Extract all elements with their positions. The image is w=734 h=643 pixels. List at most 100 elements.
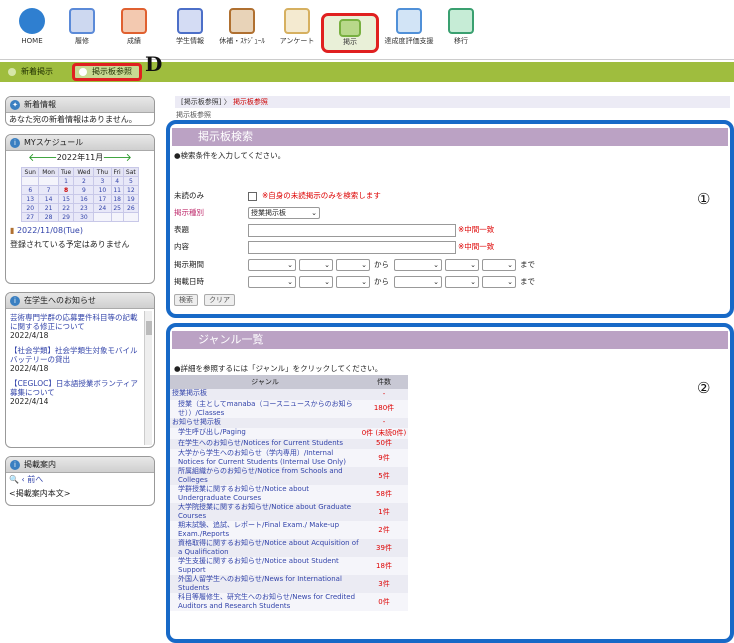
notice-scrollbar[interactable] <box>144 311 152 445</box>
calendar-day[interactable]: 11 <box>110 185 124 195</box>
genre-link[interactable]: 授業（主としてmanaba（コースニュースからのお知らせ））/Classes <box>170 399 360 418</box>
notice-list: 芸術専門学群の応募要件科目等の記載に関する修正について 2022/4/18 【社会… <box>6 309 154 406</box>
genre-count: 180件 <box>360 399 408 418</box>
genre-link[interactable]: 学群授業に関するお知らせ/Notice about Undergraduate … <box>170 485 360 503</box>
genre-row: お知らせ掲示板 - <box>170 417 408 428</box>
calendar-day[interactable]: 24 <box>93 203 112 213</box>
calendar-day[interactable]: 26 <box>122 203 140 213</box>
calendar-day[interactable]: 18 <box>110 194 124 204</box>
toolbar-grades[interactable]: 成績 <box>107 8 161 56</box>
content-row: 内容 ※中間一致 <box>172 240 712 254</box>
posted-to-day-select[interactable]: ⌄ <box>482 276 516 288</box>
period-to-day-select[interactable]: ⌄ <box>482 259 516 271</box>
genre-row: 学群授業に関するお知らせ/Notice about Undergraduate … <box>170 485 408 503</box>
home-icon <box>19 8 45 34</box>
toolbar-home[interactable]: HOME <box>5 8 59 56</box>
period-from-day-select[interactable]: ⌄ <box>336 259 370 271</box>
posted-from-year-select[interactable]: ⌄ <box>248 276 296 288</box>
toolbar-schedule[interactable]: 休補・ｽｹｼﾞｭｰﾙ <box>215 8 269 56</box>
calendar-day[interactable]: 19 <box>122 194 140 204</box>
scrollbar-thumb[interactable] <box>146 321 152 335</box>
genre-link[interactable]: 所属組織からのお知らせ/Notice from Schools and Coll… <box>170 467 360 485</box>
period-to-month-select[interactable]: ⌄ <box>445 259 479 271</box>
registration-icon <box>69 8 95 34</box>
next-month-arrow-icon[interactable]: 🡒 <box>103 151 133 165</box>
breadcrumb-parent[interactable]: [掲示板参照] <box>181 98 221 106</box>
toolbar-registration[interactable]: 履修 <box>55 8 109 56</box>
genre-link[interactable]: 科目等履修生、研究生へのお知らせ/News for Credited Audit… <box>170 593 360 611</box>
submenu-board-reference[interactable]: 掲示板参照 <box>72 63 142 81</box>
calendar-day[interactable]: 12 <box>122 185 140 195</box>
calendar-day[interactable]: 3 <box>93 176 112 186</box>
period-from-month-select[interactable]: ⌄ <box>299 259 333 271</box>
calendar-day[interactable]: 22 <box>57 203 75 213</box>
notice-link[interactable]: 【社会学類】社会学類生対象モバイルバッテリーの貸出 <box>10 346 142 364</box>
genre-row: 大学から学生へのお知らせ（学内専用）/Internal Notices for … <box>170 449 408 467</box>
genre-link[interactable]: 外国人留学生へのお知らせ/News for International Stud… <box>170 575 360 593</box>
posted-from-month-select[interactable]: ⌄ <box>299 276 333 288</box>
calendar-day[interactable]: 9 <box>73 185 95 195</box>
calendar-day[interactable]: 2 <box>73 176 95 186</box>
type-select[interactable]: 授業掲示板 ⌄ <box>248 207 320 219</box>
notice-link[interactable]: 【CEGLOC】日本語授業ボランティア募集について <box>10 379 142 397</box>
calendar-day[interactable]: 30 <box>73 212 95 222</box>
genre-link[interactable]: 資格取得に関するお知らせ/Notice about Acquisition of… <box>170 539 360 557</box>
calendar-day[interactable]: 7 <box>38 185 59 195</box>
search-icon[interactable]: 🔍 <box>9 475 19 484</box>
calendar-day-header: Tue <box>57 167 75 177</box>
genre-link[interactable]: 学生支援に関するお知らせ/Notice about Student Suppor… <box>170 557 360 575</box>
sub-menu-bar: 新着掲示 掲示板参照 <box>0 62 734 82</box>
genre-count: 58件 <box>360 485 408 503</box>
calendar-day[interactable]: 20 <box>20 203 40 213</box>
genre-link[interactable]: 授業掲示板 <box>170 389 360 400</box>
calendar-day[interactable]: 16 <box>73 194 95 204</box>
posted-to-month-select[interactable]: ⌄ <box>445 276 479 288</box>
chevron-down-icon: ⌄ <box>311 209 317 217</box>
calendar-day[interactable]: 25 <box>110 203 124 213</box>
genre-link[interactable]: 期末試験、追試、レポート/Final Exam./ Make-up Exam./… <box>170 521 360 539</box>
calendar-day[interactable]: 1 <box>57 176 75 186</box>
calendar-day[interactable]: 17 <box>93 194 112 204</box>
calendar-day[interactable]: 27 <box>20 212 40 222</box>
genre-link[interactable]: 大学院授業に関するお知らせ/Notice about Graduate Cour… <box>170 503 360 521</box>
calendar-day[interactable]: 28 <box>38 212 59 222</box>
period-from-year-select[interactable]: ⌄ <box>248 259 296 271</box>
prev-link[interactable]: ‹ 前へ <box>22 475 44 484</box>
calendar-day[interactable]: 4 <box>110 176 124 186</box>
today-date[interactable]: ▮ 2022/11/08(Tue) <box>6 226 154 235</box>
content-input[interactable] <box>248 241 456 254</box>
genre-link[interactable]: 在学生へのお知らせ/Notices for Current Students <box>170 438 360 449</box>
prev-month-arrow-icon[interactable]: 🡐 <box>28 151 58 165</box>
calendar-day[interactable]: 8 <box>57 185 75 195</box>
genre-link[interactable]: 学生呼び出し/Paging <box>170 428 360 439</box>
calendar-day[interactable]: 14 <box>38 194 59 204</box>
toolbar-transition[interactable]: 移行 <box>434 8 488 56</box>
toolbar-bulletin[interactable]: 掲示 <box>321 13 379 53</box>
genre-link[interactable]: 大学から学生へのお知らせ（学内専用）/Internal Notices for … <box>170 449 360 467</box>
posted-to-year-select[interactable]: ⌄ <box>394 276 442 288</box>
calendar-day[interactable]: 23 <box>73 203 95 213</box>
toolbar-achievement[interactable]: 達成度評価支援 <box>381 8 437 56</box>
genre-count: 5件 <box>360 467 408 485</box>
submenu-new-posts[interactable]: 新着掲示 <box>8 65 53 79</box>
genre-link[interactable]: お知らせ掲示板 <box>170 417 360 428</box>
calendar-day[interactable]: 29 <box>57 212 75 222</box>
calendar-day[interactable]: 21 <box>38 203 59 213</box>
clear-button[interactable]: クリア <box>204 294 235 306</box>
toolbar-survey[interactable]: アンケート <box>270 8 324 56</box>
posted-from-day-select[interactable]: ⌄ <box>336 276 370 288</box>
toolbar-student-info[interactable]: 学生情報 <box>163 8 217 56</box>
chevron-down-icon: ⌄ <box>361 278 367 286</box>
calendar-day[interactable]: 5 <box>122 176 140 186</box>
calendar-day[interactable]: 10 <box>93 185 112 195</box>
period-to-label: まで <box>520 260 535 269</box>
notice-link[interactable]: 芸術専門学群の応募要件科目等の記載に関する修正について <box>10 313 142 331</box>
calendar-day[interactable]: 6 <box>20 185 40 195</box>
calendar-day[interactable]: 15 <box>57 194 75 204</box>
breadcrumb-current: 掲示板参照 <box>232 98 268 106</box>
period-to-year-select[interactable]: ⌄ <box>394 259 442 271</box>
subject-input[interactable] <box>248 224 456 237</box>
search-button[interactable]: 検索 <box>174 294 198 306</box>
calendar-day[interactable]: 13 <box>20 194 40 204</box>
unread-checkbox[interactable] <box>248 192 257 201</box>
